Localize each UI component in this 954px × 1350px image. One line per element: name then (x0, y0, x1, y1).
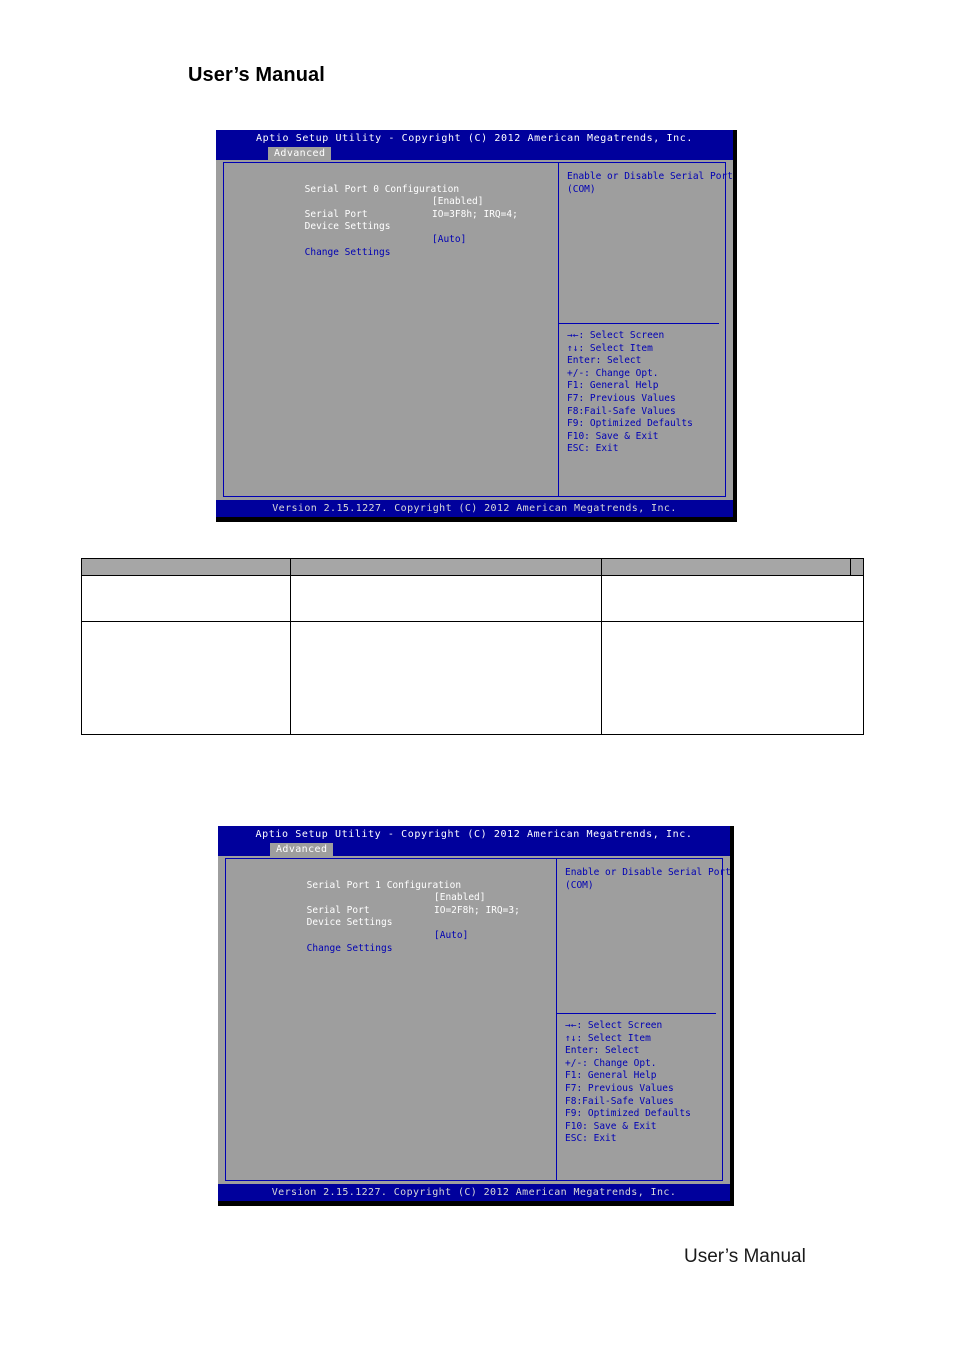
bios-content-frame: Serial Port 1 Configuration Serial Port … (225, 858, 731, 1181)
legend-item: ↑↓: Select Item (567, 342, 653, 354)
table-header-cell-narrow (850, 558, 864, 576)
table-cell (290, 621, 602, 735)
legend-item: F8:Fail-Safe Values (567, 405, 676, 417)
bios-version-text: Version 2.15.1227. Copyright (C) 2012 Am… (272, 503, 677, 514)
legend-item: F8:Fail-Safe Values (565, 1095, 674, 1107)
legend-item: F9: Optimized Defaults (567, 418, 693, 430)
page-title: User’s Manual (188, 64, 325, 86)
bios-window: Aptio Setup Utility - Copyright (C) 2012… (218, 826, 731, 1201)
tab-advanced[interactable]: Advanced (270, 843, 334, 856)
table-header-cell (601, 558, 851, 576)
legend-item: F1: General Help (565, 1070, 657, 1082)
legend-item: F7: Previous Values (565, 1082, 674, 1094)
bios-title-bar: Aptio Setup Utility - Copyright (C) 2012… (218, 826, 730, 843)
bios-content-frame: Serial Port 0 Configuration Serial Port … (223, 162, 733, 497)
bios-tab-row: Advanced (216, 147, 733, 160)
bios-screenshot-serial-port-0: Aptio Setup Utility - Copyright (C) 2012… (216, 130, 737, 522)
table-cell (81, 621, 291, 735)
help-text-line: (COM) (565, 879, 594, 891)
bios-content-area: Serial Port 1 Configuration Serial Port … (218, 856, 731, 1184)
bios-key-legend: →←: Select Screen ↑↓: Select Item Enter:… (565, 1020, 722, 1146)
table-row (81, 621, 864, 735)
section-heading: Serial Port 0 Configuration (304, 183, 460, 195)
setting-row-device-settings: Device Settings IO=2F8h; IRQ=3; (306, 904, 520, 929)
help-separator (557, 1013, 716, 1014)
section-heading: Serial Port 1 Configuration (306, 879, 462, 891)
bios-screenshot-serial-port-1: Aptio Setup Utility - Copyright (C) 2012… (218, 826, 734, 1206)
legend-item: ESC: Exit (567, 443, 619, 455)
feature-description-table (81, 558, 864, 735)
table-cell (601, 621, 864, 735)
table-header-cell (290, 558, 602, 576)
bios-status-bar: Version 2.15.1227. Copyright (C) 2012 Am… (218, 1184, 730, 1201)
bios-help-panel: Enable or Disable Serial Port (COM) →←: … (559, 163, 733, 496)
page-footer-title: User’s Manual (684, 1246, 806, 1267)
setting-row-serial-port[interactable]: Serial Port [Enabled] (238, 892, 556, 916)
bios-status-bar: Version 2.15.1227. Copyright (C) 2012 Am… (216, 500, 733, 517)
legend-item: ESC: Exit (565, 1133, 617, 1145)
help-text-line: Enable or Disable Serial Port (567, 171, 733, 182)
legend-item: Enter: Select (565, 1045, 640, 1057)
table-header-row (81, 558, 864, 576)
legend-item: ↑↓: Select Item (565, 1032, 651, 1044)
bios-version-text: Version 2.15.1227. Copyright (C) 2012 Am… (271, 1187, 677, 1198)
setting-row-change-settings[interactable]: Change Settings [Auto] (236, 234, 558, 258)
bios-window: Aptio Setup Utility - Copyright (C) 2012… (216, 130, 733, 517)
table-cell (290, 575, 602, 622)
legend-item: F7: Previous Values (567, 392, 676, 404)
table-cell (601, 575, 864, 622)
bios-tab-row: Advanced (218, 843, 730, 856)
tab-advanced[interactable]: Advanced (268, 147, 332, 160)
bios-content-area: Serial Port 0 Configuration Serial Port … (216, 160, 733, 500)
legend-item: →←: Select Screen (565, 1020, 663, 1031)
bios-key-legend: →←: Select Screen ↑↓: Select Item Enter:… (567, 330, 725, 456)
help-separator (559, 323, 719, 324)
setting-row-device-settings: Device Settings IO=3F8h; IRQ=4; (304, 208, 518, 233)
setting-row-change-settings[interactable]: Change Settings [Auto] (238, 930, 556, 954)
setting-row-serial-port[interactable]: Serial Port [Enabled] (236, 196, 558, 220)
bios-settings-panel: Serial Port 0 Configuration Serial Port … (224, 163, 558, 496)
legend-item: +/-: Change Opt. (567, 367, 659, 379)
legend-item: F10: Save & Exit (565, 1120, 657, 1132)
legend-item: F10: Save & Exit (567, 430, 659, 442)
table-cell (81, 575, 291, 622)
legend-item: Enter: Select (567, 355, 642, 367)
bios-title-text: Aptio Setup Utility - Copyright (C) 2012… (255, 829, 693, 840)
bios-title-bar: Aptio Setup Utility - Copyright (C) 2012… (216, 130, 733, 147)
bios-help-panel: Enable or Disable Serial Port (COM) →←: … (557, 859, 731, 1180)
bios-settings-panel: Serial Port 1 Configuration Serial Port … (226, 859, 556, 1180)
bios-title-text: Aptio Setup Utility - Copyright (C) 2012… (256, 133, 693, 144)
legend-item: F1: General Help (567, 380, 659, 392)
table-row (81, 575, 864, 622)
table-header-cell (81, 558, 291, 576)
legend-item: +/-: Change Opt. (565, 1057, 657, 1069)
help-text-line: Enable or Disable Serial Port (565, 867, 731, 878)
legend-item: →←: Select Screen (567, 330, 665, 341)
legend-item: F9: Optimized Defaults (565, 1108, 691, 1120)
help-text-line: (COM) (567, 183, 596, 195)
